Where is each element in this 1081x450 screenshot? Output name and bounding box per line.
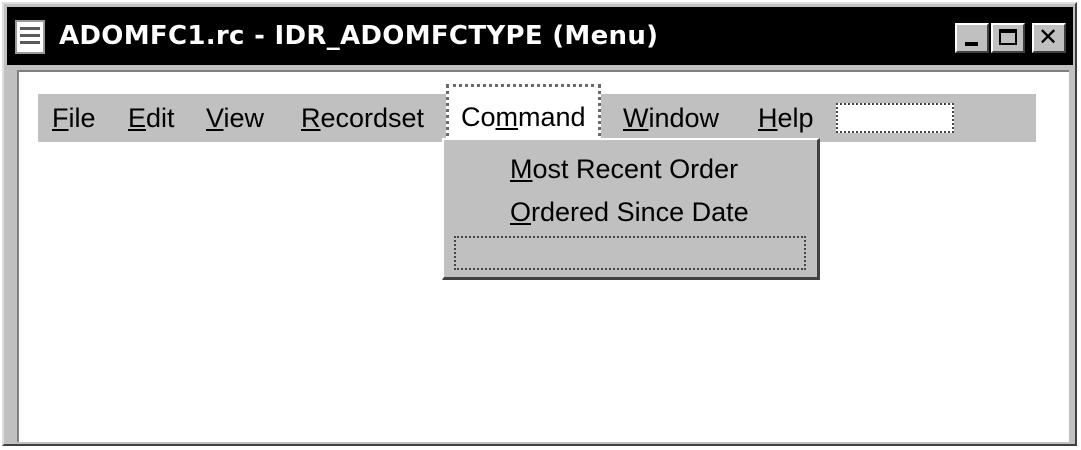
maximize-button[interactable] (991, 23, 1025, 53)
menu-item-help[interactable]: Help (758, 100, 814, 136)
title-bar[interactable]: ADOMFC1.rc - IDR_ADOMFCTYPE (Menu) ✕ (7, 7, 1073, 65)
command-dropdown-menu: Most Recent Order Ordered Since Date (442, 138, 820, 280)
resource-editor-window: ADOMFC1.rc - IDR_ADOMFCTYPE (Menu) ✕ Fil… (2, 2, 1077, 446)
menu-item-view[interactable]: View (206, 100, 264, 136)
maximize-icon (999, 29, 1017, 45)
menu-item-recordset[interactable]: Recordset (301, 100, 424, 136)
minimize-icon (965, 42, 978, 46)
window-title: ADOMFC1.rc - IDR_ADOMFCTYPE (Menu) (59, 21, 659, 51)
close-button[interactable]: ✕ (1032, 23, 1066, 53)
dropdown-item-ordered-since-date[interactable]: Ordered Since Date (510, 195, 749, 229)
close-icon: ✕ (1038, 23, 1059, 51)
menu-item-file[interactable]: File (52, 100, 96, 136)
menu-resource-icon[interactable] (15, 20, 45, 54)
minimize-button[interactable] (955, 23, 989, 53)
new-menu-item-placeholder[interactable] (836, 103, 954, 133)
menu-bar: File Edit View Recordset Command Window … (38, 84, 1036, 150)
new-dropdown-item-placeholder[interactable] (454, 236, 806, 270)
dropdown-item-most-recent-order[interactable]: Most Recent Order (510, 152, 738, 186)
menu-item-window[interactable]: Window (623, 100, 719, 136)
menu-item-edit[interactable]: Edit (128, 100, 175, 136)
